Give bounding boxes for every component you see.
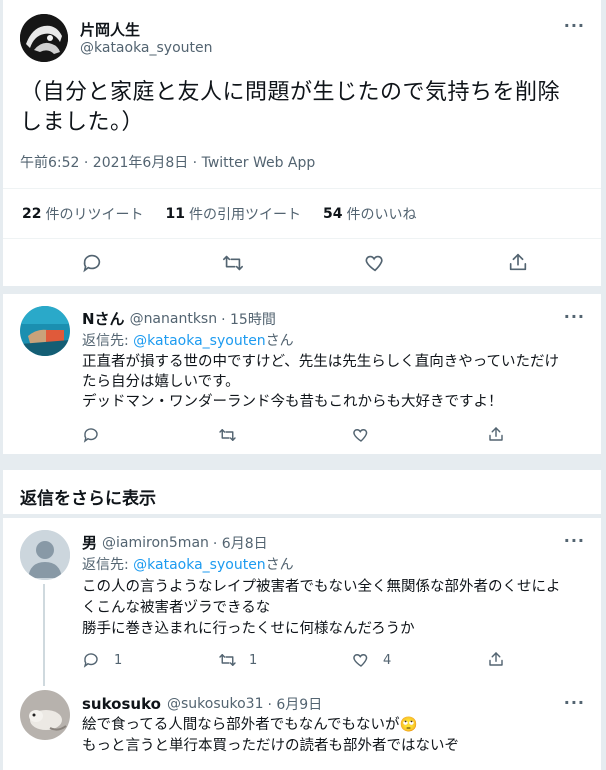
avatar[interactable] <box>20 14 68 62</box>
handle[interactable]: @kataoka_syouten <box>80 40 213 56</box>
tweet-text: 正直者が損する世の中ですけど、先生は先生らしく直向きやっていただけ たら自分は嬉… <box>82 352 559 412</box>
divider <box>3 188 601 189</box>
reply-to: 返信先: @kataoka_syoutenさん <box>82 554 294 574</box>
tweet-text-line: この人の言うようなレイプ被害者でもない全く無関係な部外者のくせによ <box>82 579 561 595</box>
retweets-count[interactable]: 22 <box>22 206 41 222</box>
likes-label[interactable]: 件のいいね <box>346 204 416 224</box>
display-name[interactable]: 男 <box>82 532 97 553</box>
tweet-text-line: くこんな被害者ヅラできるな <box>82 600 271 616</box>
like-icon[interactable] <box>364 252 386 274</box>
tweet-text-line: デッドマン・ワンダーランド今も昔もこれからも大好きですよ！ <box>82 394 503 410</box>
share-icon[interactable] <box>487 650 505 668</box>
reply-icon[interactable] <box>82 426 100 444</box>
tweet-text-line: 正直者が損する世の中ですけど、先生は先生らしく直向きやっていただけ <box>82 354 560 370</box>
main-tweet: 片岡人生 @kataoka_syouten ··· （自分と家庭と友人に問題が生… <box>3 0 601 286</box>
retweet-icon[interactable] <box>221 252 245 274</box>
like-icon[interactable] <box>352 651 370 669</box>
avatar[interactable] <box>20 306 70 356</box>
reply-tweet[interactable]: Nさん @nanantksn · 15時間 ··· 返信先: @kataoka_… <box>3 294 601 454</box>
timestamp[interactable]: · 6月8日 <box>213 533 268 553</box>
reply-to-label: 返信先: <box>82 333 134 349</box>
tweet-text-line: （自分と家庭と友人に問題が生じたので気持ちを削除 <box>20 80 561 105</box>
emoji: 🙄 <box>399 717 418 733</box>
tweet-text: （自分と家庭と友人に問題が生じたので気持ちを削除 しました。） <box>20 78 560 138</box>
timestamp[interactable]: · 6月9日 <box>267 694 322 714</box>
retweet-count: 1 <box>249 652 258 668</box>
handle[interactable]: @nanantksn <box>130 311 218 327</box>
like-icon[interactable] <box>352 426 370 444</box>
handle[interactable]: @sukosuko31 <box>167 696 264 712</box>
tweet-text-line: 絵で食ってる人間なら部外者でもなんでもないが🙄 <box>82 715 459 736</box>
retweets-label[interactable]: 件のリツイート <box>45 204 143 224</box>
tweet-timestamp[interactable]: 午前6:52 · 2021年6月8日 · Twitter Web App <box>20 152 315 172</box>
more-icon[interactable]: ··· <box>564 533 585 549</box>
tweet-text-line: しました。） <box>20 110 145 135</box>
reply-header: sukosuko @sukosuko31 · 6月9日 <box>82 694 322 714</box>
reply-to-suffix: さん <box>265 333 294 349</box>
reply-to-handle[interactable]: @kataoka_syouten <box>133 333 266 349</box>
likes-count[interactable]: 54 <box>323 206 342 222</box>
tweet-text-segment: 絵で食ってる人間なら部外者でもなんでもないが <box>82 717 400 733</box>
reply-to-label: 返信先: <box>82 557 134 573</box>
more-icon[interactable]: ··· <box>564 309 585 325</box>
display-name[interactable]: 片岡人生 <box>80 19 140 40</box>
retweet-icon[interactable] <box>218 651 237 669</box>
retweet-action[interactable]: 1 <box>218 651 257 669</box>
avatar[interactable] <box>20 530 70 580</box>
display-name[interactable]: sukosuko <box>82 695 161 713</box>
like-count: 4 <box>383 652 392 668</box>
reply-icon[interactable] <box>82 651 100 669</box>
handle[interactable]: @iamiron5man <box>102 535 209 551</box>
show-more-label[interactable]: 返信をさらに表示 <box>20 484 156 509</box>
share-icon[interactable] <box>487 425 505 443</box>
more-icon[interactable]: ··· <box>564 695 585 711</box>
thread-line <box>43 584 45 686</box>
quotes-count[interactable]: 11 <box>165 206 184 222</box>
divider <box>3 238 601 239</box>
like-action[interactable]: 4 <box>352 651 391 669</box>
reply-icon[interactable] <box>81 252 103 274</box>
tweet-text: 絵で食ってる人間なら部外者でもなんでもないが🙄 もっと言うと単行本買っただけの読… <box>82 715 459 757</box>
tweet-text: この人の言うようなレイプ被害者でもない全く無関係な部外者のくせによ くこんな被害… <box>82 577 561 640</box>
retweet-icon[interactable] <box>218 426 237 444</box>
reply-tweet[interactable]: 男 @iamiron5man · 6月8日 ··· 返信先: @kataoka_… <box>3 518 601 770</box>
reply-action[interactable]: 1 <box>82 651 122 669</box>
more-icon[interactable]: ··· <box>564 18 585 34</box>
reply-to: 返信先: @kataoka_syoutenさん <box>82 330 294 350</box>
show-more-replies[interactable]: 返信をさらに表示 <box>3 470 601 514</box>
reply-header: Nさん @nanantksn · 15時間 <box>82 308 276 329</box>
reply-to-handle[interactable]: @kataoka_syouten <box>133 557 266 573</box>
tweet-text-line: 勝手に巻き込まれに行ったくせに何様なんだろうか <box>82 621 415 637</box>
tweet-stats: 22 件のリツイート 11 件の引用ツイート 54 件のいいね <box>22 204 416 224</box>
share-icon[interactable] <box>507 251 529 273</box>
timestamp[interactable]: · 15時間 <box>221 309 276 329</box>
display-name[interactable]: Nさん <box>82 308 125 329</box>
reply-header: 男 @iamiron5man · 6月8日 <box>82 532 268 553</box>
reply-to-suffix: さん <box>265 557 294 573</box>
reply-count: 1 <box>114 652 123 668</box>
tweet-text-line: もっと言うと単行本買っただけの読者も部外者ではないぞ <box>82 738 459 754</box>
tweet-text-line: たら自分は嬉しいです。 <box>82 374 240 390</box>
quotes-label[interactable]: 件の引用ツイート <box>189 204 301 224</box>
avatar[interactable] <box>20 690 70 740</box>
